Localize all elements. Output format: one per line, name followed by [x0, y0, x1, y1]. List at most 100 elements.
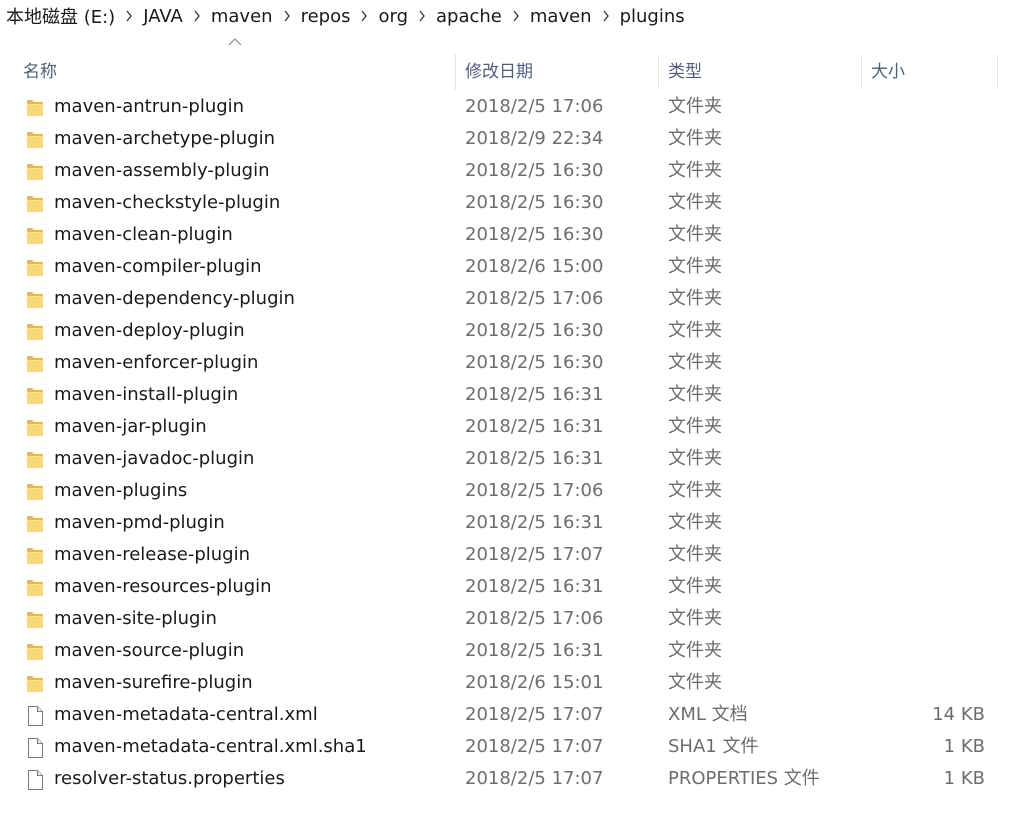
- folder-icon: [26, 417, 44, 437]
- file-name: maven-antrun-plugin: [54, 96, 245, 117]
- folder-row[interactable]: maven-dependency-plugin 2018/2/5 17:06 文件夹: [0, 283, 1010, 315]
- file-type: 文件夹: [668, 288, 722, 309]
- folder-row[interactable]: maven-checkstyle-plugin 2018/2/5 16:30 文件夹: [0, 187, 1010, 219]
- file-name: maven-release-plugin: [54, 544, 250, 565]
- folder-row[interactable]: maven-resources-plugin 2018/2/5 16:31 文件夹: [0, 571, 1010, 603]
- folder-icon: [26, 385, 44, 405]
- folder-icon: [26, 577, 44, 597]
- file-type: 文件夹: [668, 256, 722, 277]
- breadcrumb-item[interactable]: repos: [295, 6, 357, 27]
- file-date-modified: 2018/2/5 17:06: [465, 480, 604, 501]
- file-type: 文件夹: [668, 544, 722, 565]
- file-date-modified: 2018/2/6 15:00: [465, 256, 604, 277]
- chevron-right-icon[interactable]: [598, 8, 614, 24]
- file-date-modified: 2018/2/5 16:31: [465, 416, 604, 437]
- folder-row[interactable]: maven-compiler-plugin 2018/2/6 15:00 文件夹: [0, 251, 1010, 283]
- folder-row[interactable]: maven-archetype-plugin 2018/2/9 22:34 文件夹: [0, 123, 1010, 155]
- folder-row[interactable]: maven-clean-plugin 2018/2/5 16:30 文件夹: [0, 219, 1010, 251]
- folder-row[interactable]: maven-deploy-plugin 2018/2/5 16:30 文件夹: [0, 315, 1010, 347]
- column-header-size[interactable]: 大小: [862, 48, 998, 90]
- folder-row[interactable]: maven-javadoc-plugin 2018/2/5 16:31 文件夹: [0, 443, 1010, 475]
- file-name: resolver-status.properties: [54, 768, 285, 789]
- breadcrumb-item[interactable]: JAVA: [137, 6, 189, 27]
- file-name: maven-metadata-central.xml: [54, 704, 318, 725]
- folder-row[interactable]: maven-assembly-plugin 2018/2/5 16:30 文件夹: [0, 155, 1010, 187]
- folder-icon: [26, 257, 44, 277]
- column-header-type[interactable]: 类型: [659, 48, 862, 90]
- file-icon: [26, 705, 44, 726]
- file-name: maven-archetype-plugin: [54, 128, 275, 149]
- folder-row[interactable]: maven-enforcer-plugin 2018/2/5 16:30 文件夹: [0, 347, 1010, 379]
- folder-icon: [26, 513, 44, 533]
- file-type: 文件夹: [668, 640, 722, 661]
- chevron-right-icon[interactable]: [356, 8, 372, 24]
- file-name: maven-surefire-plugin: [54, 672, 253, 693]
- breadcrumb-item[interactable]: plugins: [614, 6, 691, 27]
- file-name: maven-site-plugin: [54, 608, 217, 629]
- folder-icon: [26, 641, 44, 661]
- file-row[interactable]: resolver-status.properties 2018/2/5 17:07…: [0, 763, 1010, 795]
- folder-row[interactable]: maven-source-plugin 2018/2/5 16:31 文件夹: [0, 635, 1010, 667]
- column-header-type-label: 类型: [668, 61, 702, 82]
- folder-icon: [26, 129, 44, 149]
- file-explorer-window: 本地磁盘 (E:) JAVA maven repos org apache maven plu…: [0, 0, 1010, 817]
- folder-icon: [26, 161, 44, 181]
- folder-row[interactable]: maven-site-plugin 2018/2/5 17:06 文件夹: [0, 603, 1010, 635]
- file-type: 文件夹: [668, 96, 722, 117]
- file-list: maven-antrun-plugin 2018/2/5 17:06 文件夹 mave…: [0, 91, 1010, 795]
- folder-row[interactable]: maven-antrun-plugin 2018/2/5 17:06 文件夹: [0, 91, 1010, 123]
- file-name: maven-clean-plugin: [54, 224, 233, 245]
- column-header-date-label: 修改日期: [465, 61, 533, 82]
- file-type: 文件夹: [668, 448, 722, 469]
- chevron-right-icon[interactable]: [121, 8, 137, 24]
- chevron-right-icon[interactable]: [279, 8, 295, 24]
- file-date-modified: 2018/2/5 16:30: [465, 160, 604, 181]
- folder-row[interactable]: maven-plugins 2018/2/5 17:06 文件夹: [0, 475, 1010, 507]
- file-date-modified: 2018/2/5 17:07: [465, 544, 604, 565]
- folder-row[interactable]: maven-jar-plugin 2018/2/5 16:31 文件夹: [0, 411, 1010, 443]
- breadcrumb-item[interactable]: maven: [205, 6, 279, 27]
- file-size: 1 KB: [943, 768, 985, 789]
- column-header-row: 名称 修改日期 类型 大小: [0, 34, 1010, 90]
- folder-row[interactable]: maven-surefire-plugin 2018/2/6 15:01 文件夹: [0, 667, 1010, 699]
- column-header-name[interactable]: 名称: [0, 48, 456, 90]
- file-date-modified: 2018/2/5 16:31: [465, 640, 604, 661]
- sort-ascending-icon: [228, 38, 242, 46]
- file-type: 文件夹: [668, 512, 722, 533]
- file-type: 文件夹: [668, 160, 722, 181]
- chevron-right-icon[interactable]: [508, 8, 524, 24]
- file-type: 文件夹: [668, 480, 722, 501]
- file-type: SHA1 文件: [668, 736, 759, 757]
- breadcrumb-item[interactable]: org: [372, 6, 414, 27]
- file-name: maven-resources-plugin: [54, 576, 272, 597]
- file-name: maven-source-plugin: [54, 640, 245, 661]
- file-date-modified: 2018/2/9 22:34: [465, 128, 604, 149]
- column-header-date[interactable]: 修改日期: [456, 48, 659, 90]
- file-date-modified: 2018/2/5 17:07: [465, 736, 604, 757]
- file-icon: [26, 737, 44, 758]
- folder-row[interactable]: maven-release-plugin 2018/2/5 17:07 文件夹: [0, 539, 1010, 571]
- file-type: 文件夹: [668, 608, 722, 629]
- folder-row[interactable]: maven-install-plugin 2018/2/5 16:31 文件夹: [0, 379, 1010, 411]
- file-icon: [26, 769, 44, 790]
- breadcrumb-item[interactable]: 本地磁盘 (E:): [0, 3, 121, 29]
- file-date-modified: 2018/2/5 16:30: [465, 320, 604, 341]
- file-row[interactable]: maven-metadata-central.xml.sha1 2018/2/5 …: [0, 731, 1010, 763]
- file-name: maven-pmd-plugin: [54, 512, 225, 533]
- file-date-modified: 2018/2/5 17:06: [465, 608, 604, 629]
- folder-row[interactable]: maven-pmd-plugin 2018/2/5 16:31 文件夹: [0, 507, 1010, 539]
- file-date-modified: 2018/2/5 16:30: [465, 192, 604, 213]
- file-name: maven-javadoc-plugin: [54, 448, 255, 469]
- file-type: 文件夹: [668, 128, 722, 149]
- column-divider[interactable]: [997, 54, 998, 90]
- folder-icon: [26, 481, 44, 501]
- chevron-right-icon[interactable]: [189, 8, 205, 24]
- chevron-right-icon[interactable]: [414, 8, 430, 24]
- file-date-modified: 2018/2/5 16:30: [465, 352, 604, 373]
- file-date-modified: 2018/2/5 16:30: [465, 224, 604, 245]
- file-row[interactable]: maven-metadata-central.xml 2018/2/5 17:07…: [0, 699, 1010, 731]
- column-header-size-label: 大小: [871, 61, 905, 82]
- breadcrumb-item[interactable]: maven: [524, 6, 598, 27]
- file-date-modified: 2018/2/5 17:07: [465, 704, 604, 725]
- breadcrumb-item[interactable]: apache: [430, 6, 508, 27]
